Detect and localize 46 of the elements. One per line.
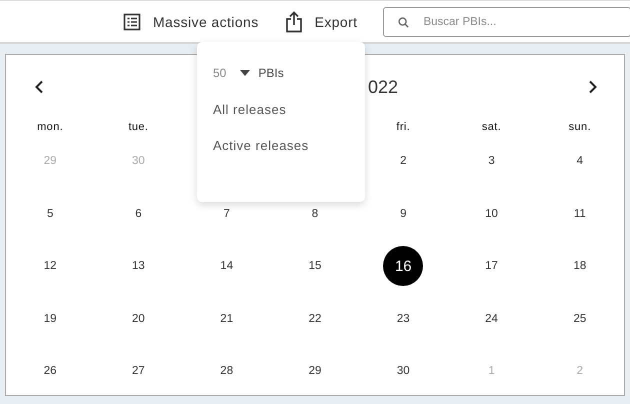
- page-size-select[interactable]: 50: [213, 66, 250, 80]
- calendar-day[interactable]: 30: [383, 351, 424, 392]
- weekday-label: sat.: [482, 121, 502, 133]
- calendar-day[interactable]: 11: [560, 194, 600, 234]
- calendar-day[interactable]: 3: [472, 141, 512, 182]
- search-icon: [398, 16, 410, 28]
- calendar-day[interactable]: 2: [383, 141, 424, 182]
- massive-actions-button[interactable]: Massive actions: [115, 8, 267, 34]
- chevron-left-icon[interactable]: [34, 80, 44, 94]
- calendar-day[interactable]: 13: [118, 246, 158, 286]
- calendar-day[interactable]: 21: [206, 298, 247, 339]
- weekday-label: mon.: [37, 121, 64, 133]
- calendar-day[interactable]: 25: [560, 298, 600, 339]
- calendar-day[interactable]: 6: [118, 194, 158, 234]
- calendar-day[interactable]: 24: [472, 298, 512, 339]
- calendar-day[interactable]: 10: [472, 194, 512, 234]
- calendar-day[interactable]: 5: [30, 194, 70, 234]
- calendar-day[interactable]: 28: [206, 351, 247, 392]
- calendar-day[interactable]: 22: [294, 298, 335, 339]
- calendar-day[interactable]: 16: [383, 246, 424, 286]
- menu-item[interactable]: Active releases: [213, 138, 309, 153]
- list-icon: [123, 12, 141, 30]
- menu-item[interactable]: All releases: [213, 102, 286, 117]
- calendar-day[interactable]: 12: [30, 246, 70, 286]
- calendar-day[interactable]: 4: [560, 141, 600, 182]
- weekday-label: sun.: [568, 121, 592, 133]
- calendar-day[interactable]: 14: [206, 246, 247, 286]
- caret-icon: [240, 70, 250, 76]
- export-button[interactable]: Export: [276, 6, 366, 36]
- share-icon: [284, 10, 303, 32]
- calendar-day[interactable]: 18: [560, 246, 600, 286]
- calendar-day[interactable]: 29: [294, 351, 335, 392]
- calendar-day[interactable]: 23: [383, 298, 424, 339]
- weekday-label: tue.: [128, 121, 148, 133]
- calendar-day[interactable]: 17: [472, 246, 512, 286]
- search-field[interactable]: Buscar PBIs...: [383, 6, 630, 36]
- calendar-day[interactable]: 9: [383, 194, 424, 234]
- chevron-right-icon[interactable]: [588, 80, 598, 94]
- calendar-day[interactable]: 20: [118, 298, 158, 339]
- calendar-day[interactable]: 15: [294, 246, 335, 286]
- calendar-day[interactable]: 26: [30, 351, 70, 392]
- page-size-label: PBIs: [258, 66, 284, 80]
- calendar-day[interactable]: 27: [118, 351, 158, 392]
- calendar-day[interactable]: 19: [30, 298, 70, 339]
- weekday-label: fri.: [396, 121, 410, 133]
- month-title: 022: [368, 76, 398, 98]
